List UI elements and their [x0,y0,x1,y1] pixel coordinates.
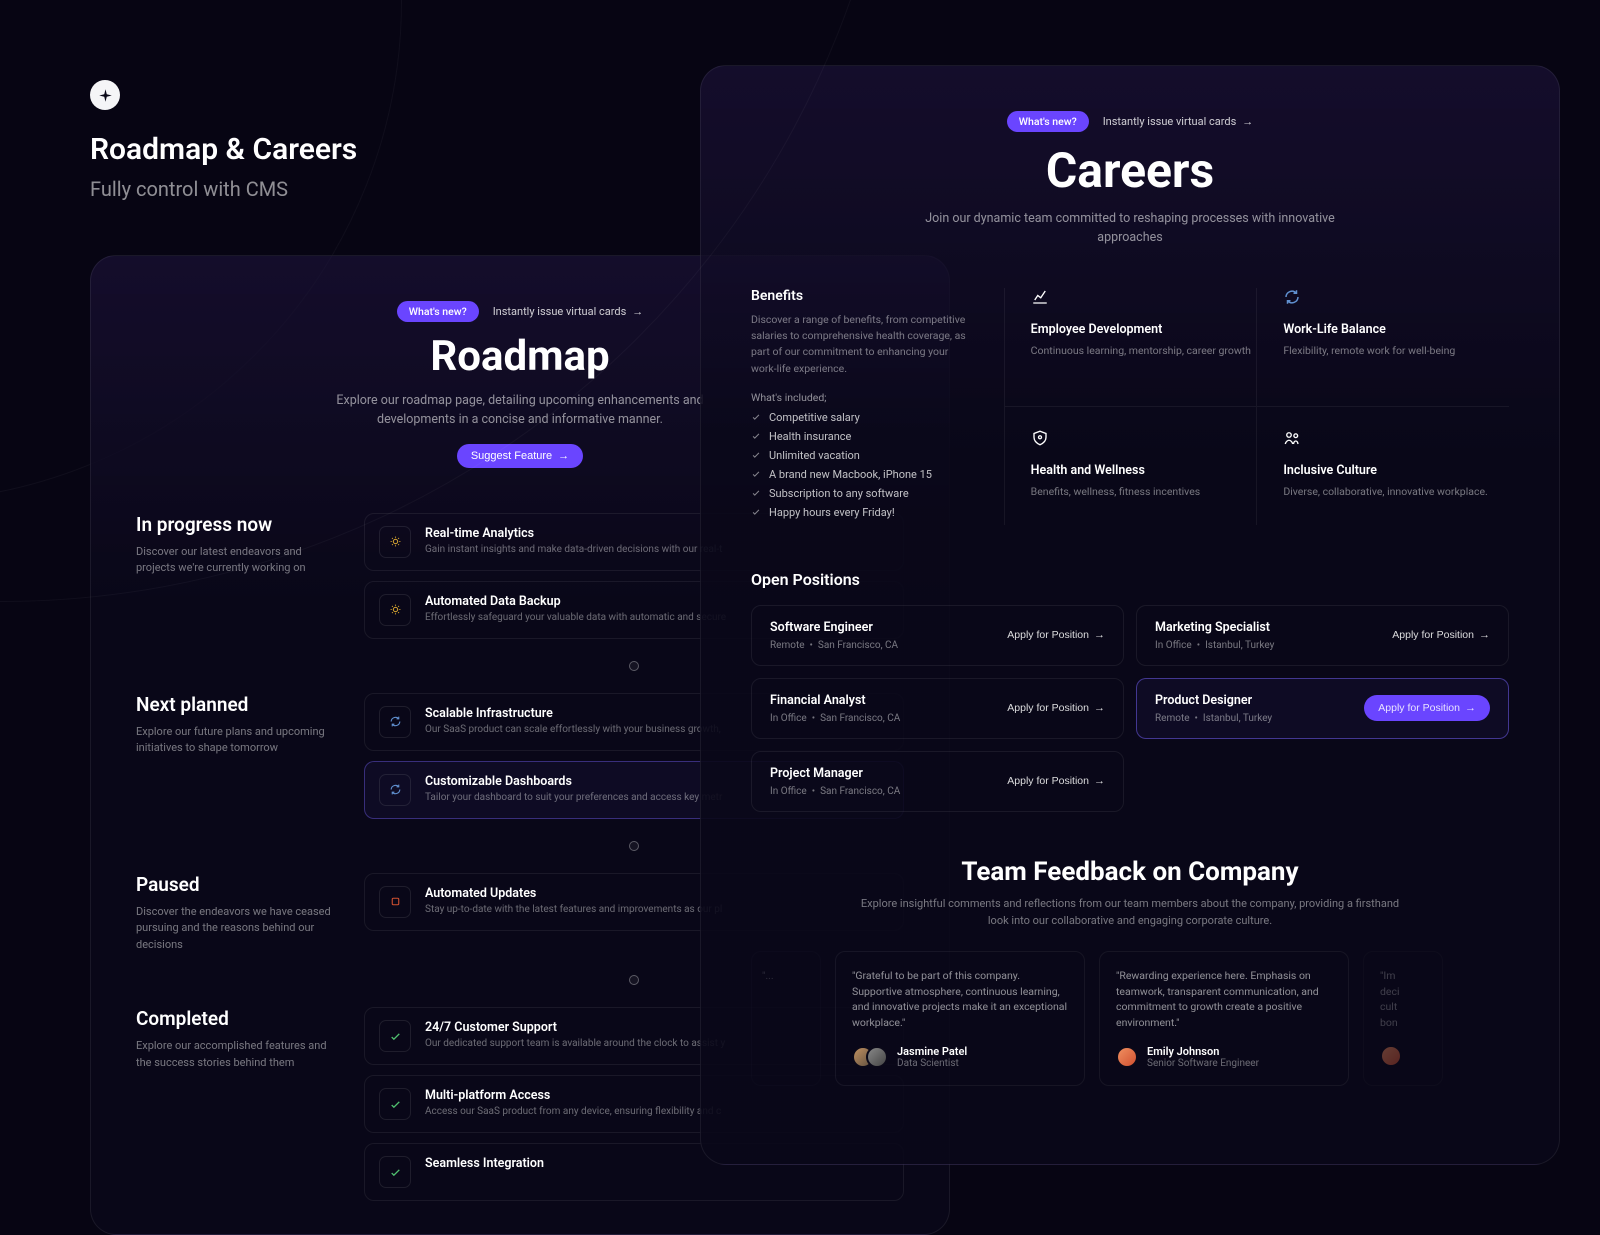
careers-subtitle: Join our dynamic team committed to resha… [915,209,1345,248]
position-meta: In Office•Istanbul, Turkey [1155,640,1274,651]
testimonial-name: Emily Johnson [1147,1045,1259,1058]
included-item: Subscription to any software [751,487,974,500]
included-item: Happy hours every Friday! [751,506,974,519]
check-icon [379,1020,411,1052]
position-title: Project Manager [770,766,900,781]
whats-new-pill[interactable]: What's new? [1007,111,1089,132]
benefit-cell: Employee Development Continuous learning… [1004,288,1257,406]
badge-link[interactable]: Instantly issue virtual cards [493,305,644,318]
avatar [1116,1046,1138,1068]
benefits-title: Benefits [751,288,974,304]
apply-button[interactable]: Apply for Position [1007,702,1105,714]
included-item: Unlimited vacation [751,449,974,462]
chart-icon [1031,288,1257,310]
page-subtitle: Fully control with CMS [90,177,357,201]
refresh-icon [1283,288,1509,310]
whats-new-pill[interactable]: What's new? [397,301,479,322]
position-title: Financial Analyst [770,693,900,708]
benefit-cell: Health and Wellness Benefits, wellness, … [1004,406,1257,525]
section-title: Completed [136,1007,336,1030]
apply-button[interactable]: Apply for Position [1364,695,1490,721]
open-positions-title: Open Positions [751,570,1509,589]
check-icon [379,1088,411,1120]
testimonial-card: "Rewarding experience here. Emphasis on … [1099,951,1349,1086]
square-icon [379,886,411,918]
apply-button[interactable]: Apply for Position [1392,629,1490,641]
people-icon [1283,429,1509,451]
feedback-sub: Explore insightful comments and reflecti… [860,895,1400,929]
careers-panel: What's new? Instantly issue virtual card… [700,65,1560,1165]
shield-icon [1031,429,1257,451]
position-card: Marketing Specialist In Office•Istanbul,… [1136,605,1509,666]
section-desc: Explore our future plans and upcoming in… [136,724,336,757]
testimonial-role: Data Scientist [897,1058,967,1069]
testimonial-role: Senior Software Engineer [1147,1058,1259,1069]
careers-title: Careers [751,142,1509,199]
badge-link[interactable]: Instantly issue virtual cards [1103,115,1254,128]
position-card: Project Manager In Office•San Francisco,… [751,751,1124,812]
benefit-title: Inclusive Culture [1283,463,1509,478]
position-card: Financial Analyst In Office•San Francisc… [751,678,1124,739]
benefits-intro: Benefits Discover a range of benefits, f… [751,288,1004,525]
included-item: Competitive salary [751,411,974,424]
testimonial-card: "... [751,951,821,1086]
section-title: Paused [136,873,336,896]
apply-button[interactable]: Apply for Position [1007,775,1105,787]
suggest-feature-button[interactable]: Suggest Feature [457,444,583,468]
section-desc: Discover our latest endeavors and projec… [136,544,336,577]
apply-button[interactable]: Apply for Position [1007,629,1105,641]
benefit-cell: Work-Life Balance Flexibility, remote wo… [1256,288,1509,406]
benefit-desc: Benefits, wellness, fitness incentives [1031,484,1257,500]
avatar [866,1046,888,1068]
testimonial-name: Jasmine Patel [897,1045,967,1058]
position-meta: In Office•San Francisco, CA [770,713,900,724]
check-icon [379,1156,411,1188]
benefit-desc: Flexibility, remote work for well-being [1283,343,1509,359]
benefits-desc: Discover a range of benefits, from compe… [751,312,974,377]
feedback-title: Team Feedback on Company [751,857,1509,887]
section-title: In progress now [136,513,336,536]
testimonial-card: "Imdecicultbon [1363,951,1443,1086]
avatar [1380,1045,1402,1067]
position-meta: In Office•San Francisco, CA [770,786,900,797]
page-header: Roadmap & Careers Fully control with CMS [90,80,357,201]
position-meta: Remote•Istanbul, Turkey [1155,713,1272,724]
section-desc: Explore our accomplished features and th… [136,1038,336,1071]
benefit-desc: Diverse, collaborative, innovative workp… [1283,484,1509,500]
sun-icon [379,594,411,626]
refresh-icon [379,706,411,738]
testimonial-text: "Grateful to be part of this company. Su… [852,968,1068,1031]
logo-icon [90,80,120,110]
position-card: Product Designer Remote•Istanbul, Turkey… [1136,678,1509,739]
included-label: What's included; [751,391,974,404]
page-title: Roadmap & Careers [90,132,357,167]
benefit-title: Employee Development [1031,322,1257,337]
position-title: Software Engineer [770,620,898,635]
benefit-cell: Inclusive Culture Diverse, collaborative… [1256,406,1509,525]
roadmap-subtitle: Explore our roadmap page, detailing upco… [305,391,735,430]
testimonial-text: "Rewarding experience here. Emphasis on … [1116,968,1332,1031]
section-title: Next planned [136,693,336,716]
benefit-desc: Continuous learning, mentorship, career … [1031,343,1257,359]
section-desc: Discover the endeavors we have ceased pu… [136,904,336,954]
included-item: Health insurance [751,430,974,443]
testimonial-card: "Grateful to be part of this company. Su… [835,951,1085,1086]
position-title: Marketing Specialist [1155,620,1274,635]
benefit-title: Health and Wellness [1031,463,1257,478]
included-item: A brand new Macbook, iPhone 15 [751,468,974,481]
position-meta: Remote•San Francisco, CA [770,640,898,651]
sun-icon [379,526,411,558]
position-title: Product Designer [1155,693,1272,708]
position-card: Software Engineer Remote•San Francisco, … [751,605,1124,666]
benefit-title: Work-Life Balance [1283,322,1509,337]
refresh-icon [379,774,411,806]
